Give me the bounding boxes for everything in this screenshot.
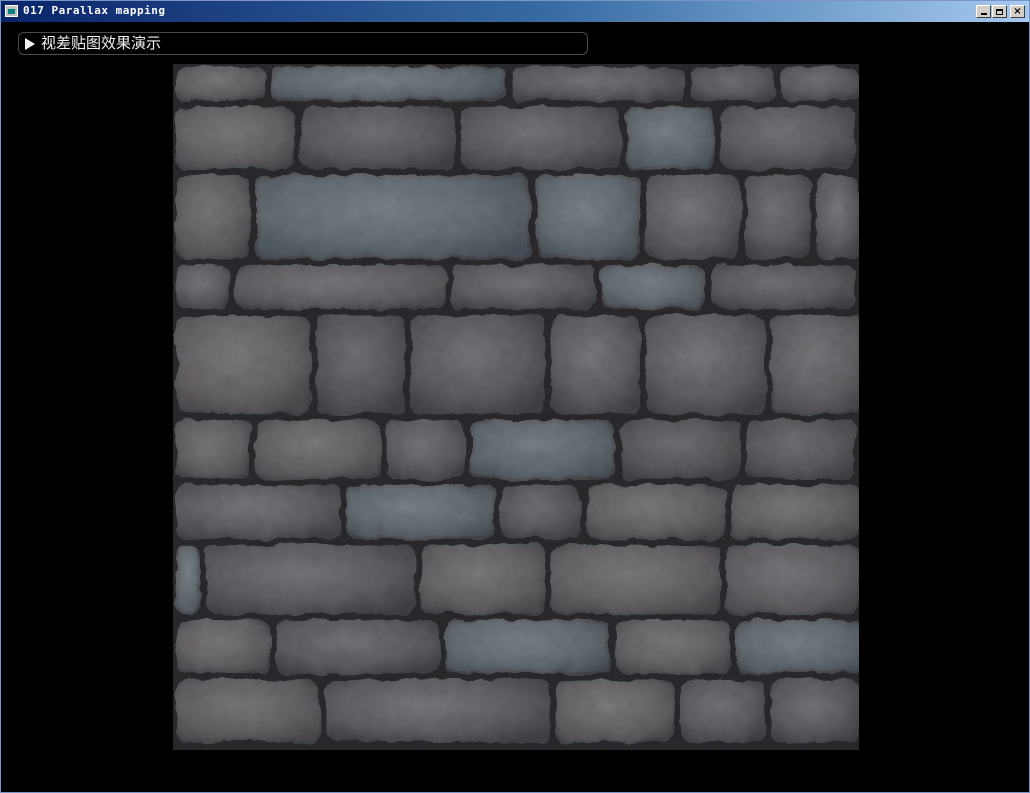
stone-wall-texture: [173, 64, 859, 750]
title-bar[interactable]: 017 Parallax mapping ×: [1, 1, 1029, 22]
app-window: 017 Parallax mapping × 视差贴图效果演示: [0, 0, 1030, 793]
close-button[interactable]: ×: [1010, 5, 1025, 18]
close-icon: ×: [1013, 5, 1022, 17]
window-title: 017 Parallax mapping: [23, 4, 166, 17]
render-viewport[interactable]: [173, 64, 859, 750]
triangle-right-icon[interactable]: [25, 37, 35, 50]
app-icon[interactable]: [5, 5, 18, 17]
maximize-button[interactable]: [992, 5, 1007, 18]
panel-title: 视差贴图效果演示: [41, 34, 162, 52]
demo-panel-header[interactable]: 视差贴图效果演示: [18, 32, 588, 55]
minimize-button[interactable]: [976, 5, 991, 18]
minimize-icon: [980, 13, 987, 15]
maximize-icon: [996, 8, 1003, 15]
